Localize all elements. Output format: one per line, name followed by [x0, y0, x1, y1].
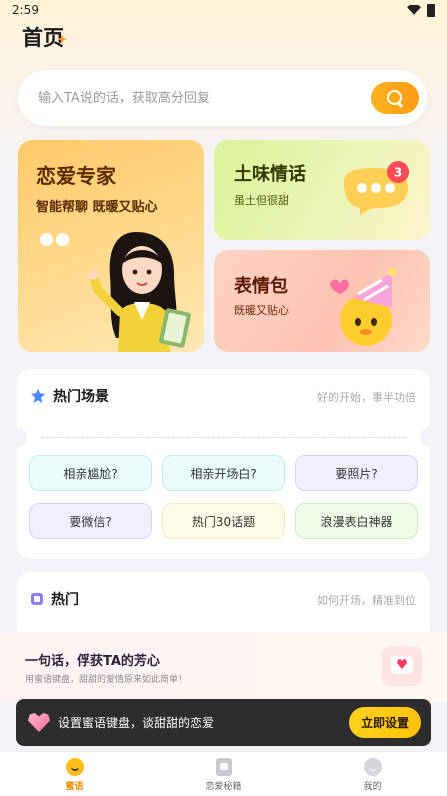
tab-miyu[interactable]: 蜜语 — [0, 752, 149, 796]
emoji-title: 表情包 — [234, 276, 288, 297]
hot-scenes-subtitle: 好的开始，事半功倍 — [317, 391, 416, 404]
battery-icon — [427, 3, 435, 17]
scene-tag[interactable]: 浪漫表白神器 — [295, 503, 418, 539]
scene-tag[interactable]: 要微信? — [29, 503, 152, 539]
heart-icon — [28, 713, 50, 732]
emoji-card[interactable]: 表情包 既暖又贴心 — [214, 250, 430, 352]
love-expert-subtitle: 智能帮聊 既暖又贴心 — [36, 200, 158, 215]
tab-love-guide[interactable]: 恋爱秘籍 — [149, 752, 298, 796]
status-icons — [407, 3, 435, 17]
keyboard-setup-toast: 设置蜜语键盘，谈甜甜的恋爱 立即设置 — [16, 699, 431, 746]
scene-tag[interactable]: 相亲尴尬? — [29, 455, 152, 491]
scene-tag[interactable]: 热门30话题 — [162, 503, 285, 539]
smile-face-icon — [65, 758, 84, 776]
search-bar[interactable] — [18, 70, 427, 126]
bottom-tab-bar: 蜜语 恋爱秘籍 我的 — [0, 752, 447, 796]
love-message-icon — [382, 646, 422, 686]
tuwei-subtitle: 虽土但很甜 — [234, 194, 289, 207]
tab-label: 我的 — [363, 782, 382, 792]
tuwei-title: 土味情话 — [234, 164, 306, 185]
toast-text: 设置蜜语键盘，谈甜甜的恋爱 — [58, 716, 215, 730]
hot-square-icon — [31, 593, 43, 605]
hot-scenes-title: 热门场景 — [53, 389, 109, 405]
tab-mine[interactable]: 我的 — [298, 752, 447, 796]
wifi-icon — [407, 5, 421, 15]
promo-title: 一句话，俘获TA的芳心 — [25, 654, 160, 669]
notification-badge: 3 — [394, 166, 402, 180]
user-face-icon — [363, 758, 382, 776]
scene-tag[interactable]: 要照片? — [295, 455, 418, 491]
tuwei-card[interactable]: 土味情话 虽土但很甜 3 — [214, 140, 430, 240]
assistant-woman-illustration — [88, 232, 191, 352]
divider — [41, 437, 406, 438]
search-icon — [386, 89, 404, 107]
tab-label: 恋爱秘籍 — [205, 782, 242, 792]
hot-subtitle: 如何开场，精准到位 — [317, 594, 416, 607]
tab-label: 蜜语 — [65, 782, 84, 792]
emoji-subtitle: 既暖又贴心 — [234, 304, 289, 317]
party-chick-icon — [330, 268, 396, 346]
status-bar: 2:59 — [0, 0, 447, 20]
chat-dots-icon — [40, 231, 72, 246]
keyboard-promo-banner[interactable]: 一句话，俘获TA的芳心 用蜜语键盘，甜甜的爱情原来如此简单！ — [0, 632, 447, 702]
chat-bubble-icon: 3 — [344, 161, 409, 216]
love-expert-card[interactable]: 恋爱专家 智能帮聊 既暖又贴心 — [18, 140, 204, 352]
page-title: 首页 — [22, 26, 64, 50]
book-icon — [215, 758, 232, 776]
scene-tag[interactable]: 相亲开场白? — [162, 455, 285, 491]
promo-subtitle: 用蜜语键盘，甜甜的爱情原来如此简单！ — [25, 675, 188, 685]
love-expert-title: 恋爱专家 — [36, 164, 116, 188]
setup-now-button[interactable]: 立即设置 — [349, 707, 421, 738]
search-input[interactable] — [38, 90, 338, 106]
hot-title: 热门 — [51, 592, 79, 608]
search-button[interactable] — [371, 82, 419, 114]
flower-icon — [31, 389, 45, 403]
status-time: 2:59 — [12, 3, 39, 17]
hot-scenes-panel: 热门场景 好的开始，事半功倍 相亲尴尬? 相亲开场白? 要照片? 要微信? 热门… — [7, 369, 440, 559]
